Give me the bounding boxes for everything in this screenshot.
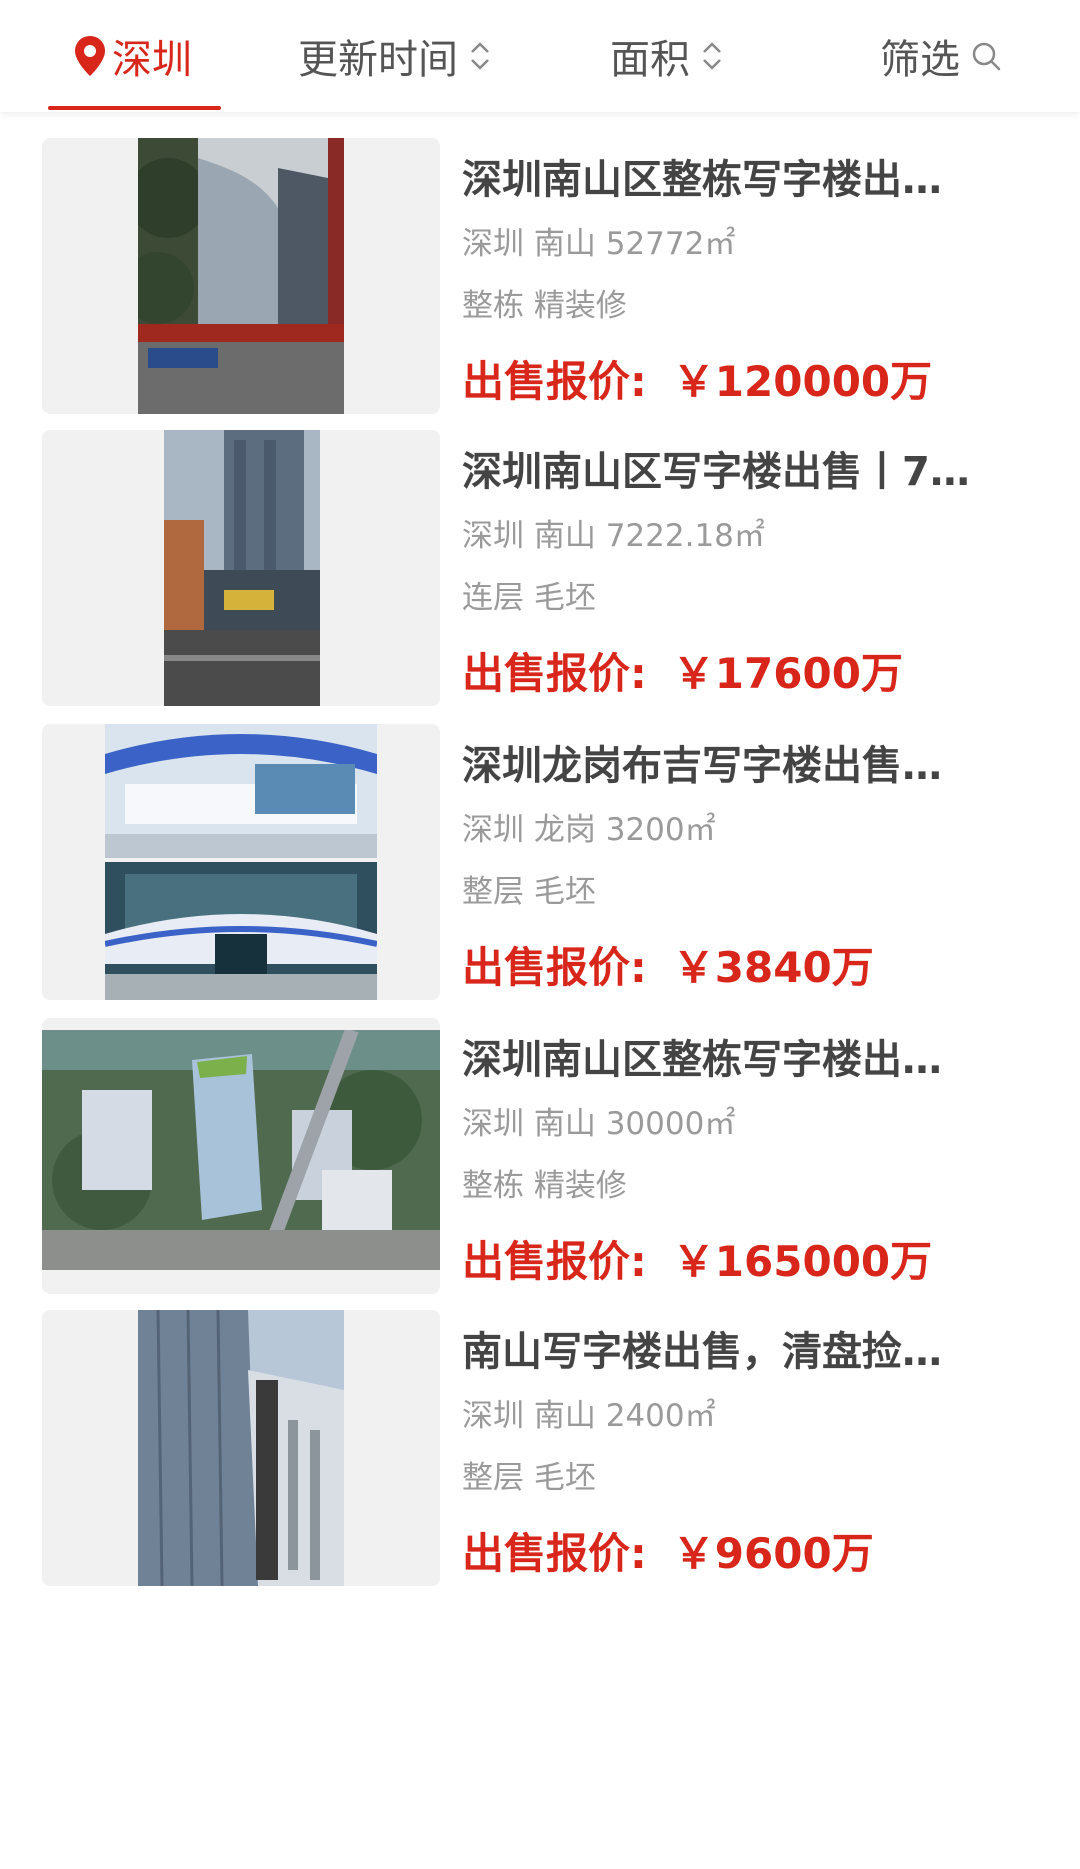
- listing-tags: 整层 毛坯: [462, 874, 596, 910]
- location-pin-icon: [75, 36, 105, 76]
- listing-price: 出售报价: ￥3840万: [462, 940, 1042, 996]
- price-label: 出售报价:: [462, 1529, 647, 1578]
- listing-price: 出售报价: ￥165000万: [462, 1234, 1042, 1290]
- listing-location-area: 深圳 南山 30000㎡: [462, 1106, 736, 1142]
- price-label: 出售报价:: [462, 649, 647, 698]
- price-value: ￥120000万: [672, 357, 933, 406]
- listing-card[interactable]: 深圳南山区整栋写字楼出… 深圳 南山 30000㎡ 整栋 精装修 出售报价: ￥1…: [0, 992, 1080, 1294]
- search-icon: [972, 42, 1001, 71]
- listing-photo[interactable]: [42, 1310, 440, 1586]
- listing-price: 出售报价: ￥17600万: [462, 646, 1042, 702]
- listing-title[interactable]: 深圳南山区写字楼出售丨7…: [462, 444, 1042, 500]
- listing-tags: 连层 毛坯: [462, 580, 596, 616]
- listing-info: 深圳南山区写字楼出售丨7… 深圳 南山 7222.18㎡ 连层 毛坯 出售报价:…: [462, 444, 1042, 702]
- sort-update-time-tab[interactable]: 更新时间: [298, 24, 492, 88]
- area-label: 面积: [610, 37, 690, 83]
- listing-tags: 整层 毛坯: [462, 1460, 596, 1496]
- price-value: ￥165000万: [672, 1237, 933, 1286]
- price-label: 出售报价:: [462, 357, 647, 406]
- listing-location-area: 深圳 南山 52772㎡: [462, 226, 736, 262]
- sort-area-tab[interactable]: 面积: [610, 24, 724, 88]
- price-value: ￥9600万: [672, 1529, 874, 1578]
- aerial-rendering-photo: [42, 1030, 440, 1270]
- listing-card[interactable]: 深圳南山区整栋写字楼出… 深圳 南山 52772㎡ 整栋 精装修 出售报价: ￥1…: [0, 112, 1080, 414]
- price-label: 出售报价:: [462, 943, 647, 992]
- listing-card[interactable]: 深圳龙岗布吉写字楼出售… 深圳 龙岗 3200㎡ 整层 毛坯 出售报价: ￥384…: [0, 698, 1080, 1000]
- listing-title[interactable]: 深圳龙岗布吉写字楼出售…: [462, 738, 1042, 794]
- price-label: 出售报价:: [462, 1237, 647, 1286]
- listing-price: 出售报价: ￥120000万: [462, 354, 1042, 410]
- listing-info: 深圳南山区整栋写字楼出… 深圳 南山 52772㎡ 整栋 精装修 出售报价: ￥1…: [462, 152, 1042, 410]
- listing-tags: 整栋 精装修: [462, 288, 627, 324]
- update-time-label: 更新时间: [298, 37, 458, 83]
- listing-info: 深圳龙岗布吉写字楼出售… 深圳 龙岗 3200㎡ 整层 毛坯 出售报价: ￥384…: [462, 738, 1042, 996]
- listing-title[interactable]: 南山写字楼出售，清盘捡…: [462, 1324, 1042, 1380]
- sort-arrows-icon: [471, 42, 489, 70]
- active-tab-indicator: [48, 106, 221, 110]
- listing-title[interactable]: 深圳南山区整栋写字楼出…: [462, 152, 1042, 208]
- city-filter-tab[interactable]: 深圳: [72, 24, 192, 88]
- listing-price: 出售报价: ￥9600万: [462, 1526, 1042, 1582]
- office-tower-photo: [138, 1310, 344, 1586]
- filter-tab[interactable]: 筛选: [880, 24, 1002, 88]
- office-tower-photo: [138, 138, 344, 414]
- listing-info: 南山写字楼出售，清盘捡… 深圳 南山 2400㎡ 整层 毛坯 出售报价: ￥960…: [462, 1324, 1042, 1582]
- listing-photo[interactable]: [42, 724, 440, 1000]
- filter-bar: 深圳 更新时间 面积 筛选: [0, 0, 1080, 112]
- sort-arrows-icon: [703, 42, 721, 70]
- listing-tags: 整栋 精装修: [462, 1168, 627, 1204]
- price-value: ￥17600万: [672, 649, 903, 698]
- listing-info: 深圳南山区整栋写字楼出… 深圳 南山 30000㎡ 整栋 精装修 出售报价: ￥1…: [462, 1032, 1042, 1290]
- listing-card[interactable]: 深圳南山区写字楼出售丨7… 深圳 南山 7222.18㎡ 连层 毛坯 出售报价:…: [0, 404, 1080, 706]
- filter-label: 筛选: [880, 37, 960, 83]
- listing-title[interactable]: 深圳南山区整栋写字楼出…: [462, 1032, 1042, 1088]
- listing-card[interactable]: 南山写字楼出售，清盘捡… 深圳 南山 2400㎡ 整层 毛坯 出售报价: ￥960…: [0, 1284, 1080, 1586]
- listing-location-area: 深圳 龙岗 3200㎡: [462, 812, 716, 848]
- listing-photo[interactable]: [42, 138, 440, 414]
- office-tower-photo: [164, 430, 320, 706]
- city-label: 深圳: [112, 37, 192, 83]
- listing-photo[interactable]: [42, 430, 440, 706]
- listing-photo[interactable]: [42, 1018, 440, 1294]
- listing-location-area: 深圳 南山 7222.18㎡: [462, 518, 765, 554]
- office-lobby-photo: [105, 724, 377, 1000]
- listing-location-area: 深圳 南山 2400㎡: [462, 1398, 716, 1434]
- price-value: ￥3840万: [672, 943, 874, 992]
